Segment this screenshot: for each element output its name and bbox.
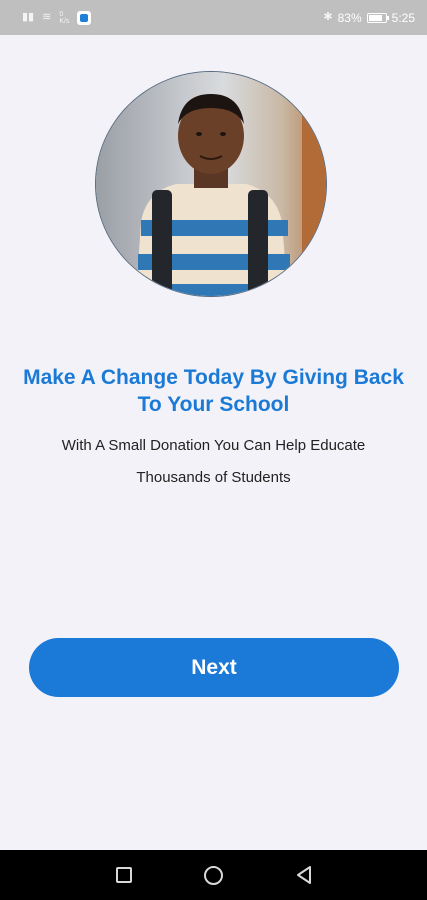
subtext: With A Small Donation You Can Help Educa… (61, 437, 366, 486)
circle-icon (204, 865, 223, 885)
battery-icon (366, 12, 389, 23)
next-button[interactable]: Next (29, 638, 399, 697)
bluetooth-icon: ✱ (323, 11, 333, 23)
home-button[interactable] (169, 850, 259, 900)
student-illustration (96, 72, 326, 296)
square-icon (115, 867, 132, 883)
headline: Make A Change Today By Giving Back To Yo… (23, 366, 404, 416)
wifi-icon: ≋ (42, 11, 52, 23)
hero-image (95, 71, 327, 297)
back-triangle-icon (296, 866, 311, 884)
net-speed: 0 K/s (59, 10, 70, 25)
system-nav-bar (0, 850, 427, 900)
status-right: ✱ 83% 5:25 (323, 11, 415, 25)
status-time: 5:25 (391, 10, 415, 25)
back-button[interactable] (259, 850, 349, 900)
signal-icon: ▮▮ (22, 11, 35, 23)
app-notification-icon (77, 10, 92, 25)
battery-percent: 83% (337, 10, 362, 25)
recents-button[interactable] (79, 850, 169, 900)
status-bar: ▮▮ ≋ 0 K/s ✱ 83% 5:25 (0, 0, 427, 35)
status-left: ▮▮ ≋ 0 K/s (22, 10, 92, 25)
